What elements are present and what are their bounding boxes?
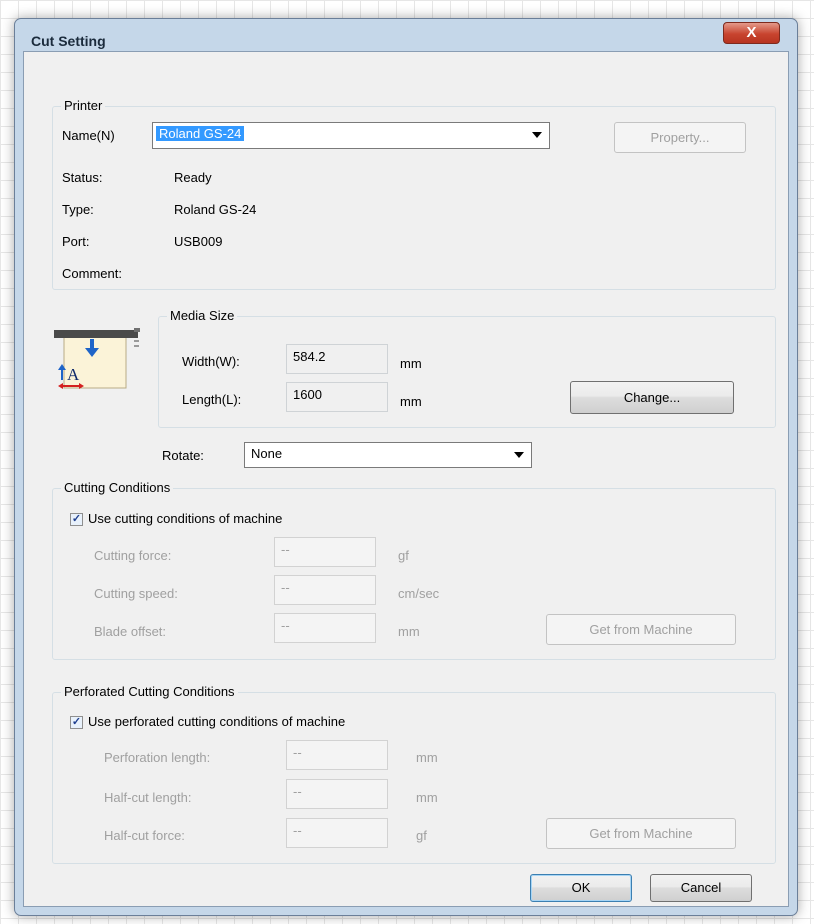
media-size-group-label: Media Size	[167, 308, 238, 323]
dialog-title: Cut Setting	[31, 33, 106, 49]
length-label: Length(L):	[182, 392, 242, 407]
change-button[interactable]: Change...	[570, 381, 734, 414]
halfcut-force-label: Half-cut force:	[104, 828, 185, 843]
svg-text:A: A	[67, 365, 80, 384]
perforation-length-label: Perforation length:	[104, 750, 211, 765]
blade-offset-unit: mm	[398, 624, 420, 639]
cutting-force-unit: gf	[398, 548, 409, 563]
halfcut-length-unit: mm	[416, 790, 438, 805]
rotate-label: Rotate:	[162, 448, 204, 463]
property-button[interactable]: Property...	[614, 122, 746, 153]
width-unit: mm	[400, 356, 422, 371]
chevron-down-icon[interactable]	[514, 452, 524, 458]
rotate-dropdown[interactable]: None	[244, 442, 532, 468]
blade-offset-field[interactable]: --	[274, 613, 376, 643]
port-label: Port:	[62, 234, 90, 249]
media-size-icon: A	[54, 320, 142, 392]
length-unit: mm	[400, 394, 422, 409]
halfcut-force-field[interactable]: --	[286, 818, 388, 848]
cancel-button[interactable]: Cancel	[650, 874, 752, 902]
comment-label: Comment:	[62, 266, 122, 281]
cutting-force-field[interactable]: --	[274, 537, 376, 567]
cutting-conditions-label: Cutting Conditions	[61, 480, 174, 495]
cutting-force-label: Cutting force:	[94, 548, 172, 563]
perforated-machine-checkbox[interactable]: ✓	[70, 716, 83, 729]
printer-name-dropdown[interactable]: Roland GS-24	[152, 122, 550, 149]
cutting-speed-unit: cm/sec	[398, 586, 440, 601]
ok-button[interactable]: OK	[530, 874, 632, 902]
cutting-machine-checkbox-label[interactable]: Use cutting conditions of machine	[88, 511, 282, 527]
cut-setting-dialog: Cut Setting X Printer Name(N) Roland GS-…	[14, 18, 798, 916]
halfcut-length-label: Half-cut length:	[104, 790, 192, 805]
status-label: Status:	[62, 170, 103, 185]
width-field[interactable]: 584.2	[286, 344, 388, 374]
cutting-speed-field[interactable]: --	[274, 575, 376, 605]
blade-offset-label: Blade offset:	[94, 624, 167, 639]
width-label: Width(W):	[182, 354, 240, 369]
rotate-value: None	[251, 446, 283, 461]
status-value: Ready	[174, 170, 212, 185]
close-icon: X	[746, 24, 757, 41]
printer-name-label: Name(N)	[62, 128, 115, 143]
printer-name-value: Roland GS-24	[156, 126, 245, 141]
port-value: USB009	[174, 234, 223, 249]
type-label: Type:	[62, 202, 94, 217]
perforation-length-unit: mm	[416, 750, 438, 765]
printer-group-label: Printer	[61, 98, 106, 113]
perforated-get-from-machine-button[interactable]: Get from Machine	[546, 818, 736, 849]
cutting-speed-label: Cutting speed:	[94, 586, 178, 601]
chevron-down-icon[interactable]	[532, 132, 542, 138]
halfcut-length-field[interactable]: --	[286, 779, 388, 809]
close-button[interactable]: X	[723, 22, 780, 44]
halfcut-force-unit: gf	[416, 828, 427, 843]
cutting-get-from-machine-button[interactable]: Get from Machine	[546, 614, 736, 645]
type-value: Roland GS-24	[174, 202, 257, 217]
length-field[interactable]: 1600	[286, 382, 388, 412]
cutting-machine-checkbox[interactable]: ✓	[70, 513, 83, 526]
perforated-cutting-label: Perforated Cutting Conditions	[61, 684, 238, 699]
perforated-machine-checkbox-label[interactable]: Use perforated cutting conditions of mac…	[88, 714, 345, 730]
perforation-length-field[interactable]: --	[286, 740, 388, 770]
dialog-client-area: Printer Name(N) Roland GS-24 Property...…	[23, 51, 789, 907]
